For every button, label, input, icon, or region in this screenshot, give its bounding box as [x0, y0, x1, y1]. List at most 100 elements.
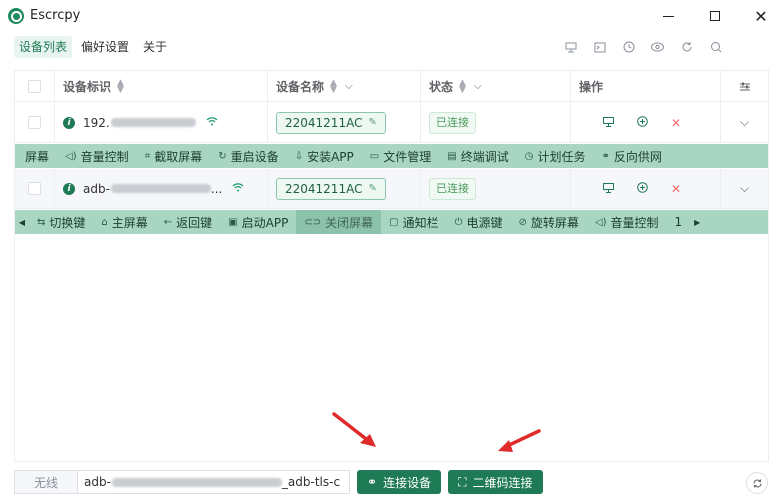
serial-cell: i adb- ...	[55, 169, 268, 208]
action-terminal[interactable]: ▤ 终端调试	[439, 144, 516, 168]
action-label: 反向供网	[613, 149, 662, 164]
action-volume[interactable]: ◁) 音量控制	[587, 210, 667, 234]
link-icon: ⚭	[601, 150, 610, 162]
action-label: 返回键	[176, 215, 213, 230]
action-label: 启动APP	[241, 215, 289, 230]
edit-icon[interactable]: ✎	[368, 179, 376, 199]
maximize-button[interactable]	[692, 0, 738, 32]
action-reboot[interactable]: ↻ 重启设备	[210, 144, 286, 168]
tab-device-list[interactable]: 设备列表	[14, 36, 73, 58]
qr-connect-button[interactable]: ⛶ 二维码连接	[448, 470, 543, 494]
action-switch-key[interactable]: ⇆ 切换键	[29, 210, 93, 234]
connect-device-button[interactable]: ⚭ 连接设备	[357, 470, 442, 494]
action-label: 音量控制	[80, 149, 129, 164]
action-reverse-tether[interactable]: ⚭ 反向供网	[593, 144, 669, 168]
serial-text: 192.	[83, 115, 110, 130]
table-row[interactable]: i adb- ... 22041211AC ✎ 已连接 ✕ ⌵	[15, 169, 768, 209]
disconnect-icon[interactable]: ✕	[659, 116, 693, 130]
mirror-icon[interactable]	[591, 116, 625, 130]
action-more[interactable]: 1	[667, 210, 691, 234]
record-icon[interactable]	[625, 181, 659, 196]
column-settings-icon[interactable]	[721, 71, 768, 102]
maximize-icon	[710, 11, 720, 21]
chevron-down-icon[interactable]: ⌵	[345, 81, 353, 92]
footer-bar: 无线 adb- _adb-tls-c ⚭ 连接设备 ⛶ 二维码连接	[14, 470, 543, 494]
action-screen-off[interactable]: ⊂⊃ 关闭屏幕	[296, 210, 382, 234]
minimize-button[interactable]	[645, 0, 691, 32]
clock-icon[interactable]	[614, 38, 643, 56]
expand-chevron-icon[interactable]: ⌵	[721, 103, 768, 142]
row-checkbox[interactable]	[28, 182, 41, 195]
action-launch-app[interactable]: ▣ 启动APP	[220, 210, 296, 234]
action-back[interactable]: ← 返回键	[156, 210, 220, 234]
address-input[interactable]: adb- _adb-tls-c	[78, 470, 350, 494]
refresh-icon[interactable]	[672, 38, 701, 56]
sort-icon[interactable]: ▲ ▼	[330, 78, 337, 94]
clock-icon: ◷	[524, 150, 534, 162]
action-label: 切换键	[49, 215, 86, 230]
close-icon: ✕	[754, 6, 768, 26]
device-name-tag[interactable]: 22041211AC ✎	[276, 111, 386, 134]
info-icon[interactable]: i	[63, 182, 75, 195]
scroll-left-icon[interactable]: ◀	[15, 210, 29, 234]
disconnect-icon[interactable]: ✕	[659, 182, 693, 196]
toolbar	[556, 38, 730, 56]
mirror-icon[interactable]	[556, 38, 585, 56]
action-schedule[interactable]: ◷ 计划任务	[517, 144, 594, 168]
action-label: 终端调试	[460, 149, 509, 164]
info-icon[interactable]: i	[63, 116, 75, 129]
scan-icon: ⛶	[458, 474, 467, 489]
folder-icon: ▭	[369, 150, 380, 162]
action-rotate[interactable]: ⊘ 旋转屏幕	[511, 210, 587, 234]
device-actions-bar: ◀ ⇆ 切换键 ⌂ 主屏幕 ← 返回键 ▣ 启动APP ⊂⊃ 关闭屏幕 ▢ 通知栏 ⏻ 电源键…	[15, 210, 768, 234]
chevron-down-icon[interactable]: ⌵	[474, 81, 482, 92]
device-name-tag[interactable]: 22041211AC ✎	[276, 177, 386, 200]
action-screenshot[interactable]: ⌗ 截取屏幕	[137, 144, 211, 168]
table-row[interactable]: i 192. 22041211AC ✎ 已连接 ✕ ⌵	[15, 103, 768, 143]
title-bar: Escrcpy ✕	[0, 0, 783, 32]
sort-icon[interactable]: ▲ ▼	[459, 78, 466, 94]
search-icon[interactable]	[701, 38, 730, 56]
refresh-button[interactable]	[746, 472, 768, 494]
toggle-icon: ⊂⊃	[304, 216, 322, 228]
eye-icon[interactable]	[643, 38, 672, 56]
refresh-icon	[753, 479, 761, 487]
action-label: 计划任务	[537, 149, 586, 164]
header-serial-label: 设备标识	[63, 80, 112, 94]
row-check-cell	[15, 103, 55, 142]
action-notification[interactable]: ▢ 通知栏	[381, 210, 446, 234]
action-volume[interactable]: ◁) 音量控制	[57, 144, 137, 168]
tab-about[interactable]: 关于	[138, 36, 172, 58]
header-name[interactable]: 设备名称 ▲ ▼ ⌵	[268, 71, 421, 102]
expand-chevron-icon[interactable]: ⌵	[721, 169, 768, 208]
close-button[interactable]: ✕	[738, 0, 783, 32]
header-status[interactable]: 状态 ▲ ▼ ⌵	[421, 71, 571, 102]
action-file-manager[interactable]: ▭ 文件管理	[362, 144, 439, 168]
header-serial[interactable]: 设备标识 ▲ ▼	[55, 71, 268, 102]
scroll-right-icon[interactable]: ▶	[690, 210, 704, 234]
briefcase-icon: ▣	[228, 216, 238, 228]
edit-icon[interactable]: ✎	[368, 113, 376, 133]
action-home[interactable]: ⌂ 主屏幕	[93, 210, 155, 234]
sort-icon[interactable]: ▲ ▼	[117, 78, 124, 94]
action-label: 1	[674, 215, 683, 229]
main-tabs: 设备列表 偏好设置 关于	[14, 36, 172, 58]
ops-cell: ✕	[571, 169, 721, 208]
status-badge: 已连接	[429, 111, 476, 134]
mirror-icon[interactable]	[591, 182, 625, 196]
status-cell: 已连接	[421, 103, 571, 142]
window-title: Escrcpy	[30, 8, 81, 23]
terminal-icon[interactable]	[585, 38, 614, 56]
action-screen[interactable]: 屏幕	[15, 144, 57, 168]
row-checkbox[interactable]	[28, 116, 41, 129]
tab-preferences[interactable]: 偏好设置	[76, 36, 134, 58]
volume-icon: ◁)	[594, 216, 607, 228]
address-suffix: _adb-tls-c	[281, 475, 341, 489]
record-icon[interactable]	[625, 115, 659, 130]
status-badge: 已连接	[429, 177, 476, 200]
action-label: 通知栏	[402, 215, 439, 230]
minimize-icon	[662, 15, 674, 17]
action-install-app[interactable]: ⇩ 安装APP	[287, 144, 362, 168]
select-all-checkbox[interactable]	[28, 80, 41, 93]
action-power[interactable]: ⏻ 电源键	[447, 210, 511, 234]
